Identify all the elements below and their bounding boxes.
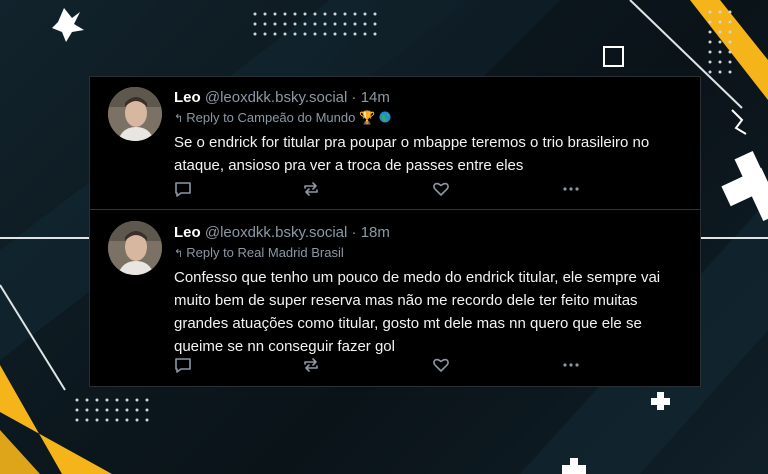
like-button[interactable] <box>432 356 450 374</box>
repost-icon <box>302 182 320 202</box>
reply-to-label: Reply to Campeão do Mundo <box>186 110 356 125</box>
post-meta: Leo @leoxdkk.bsky.social · 18m <box>174 224 688 242</box>
timestamp[interactable]: 18m <box>361 224 390 241</box>
post-meta: Leo @leoxdkk.bsky.social · 14m <box>174 89 688 107</box>
reply-context[interactable]: ↰ Reply to Campeão do Mundo 🏆 <box>174 109 688 128</box>
repost-button[interactable] <box>302 356 320 374</box>
trophy-icon: 🏆 <box>358 110 376 125</box>
posts-card: Leo @leoxdkk.bsky.social · 14m ↰ Reply to… <box>89 76 701 387</box>
post-text: Confesso que tenho um pouco de medo do e… <box>174 269 661 355</box>
globe-icon <box>379 110 391 125</box>
more-options-button[interactable] <box>562 180 580 198</box>
more-options-button[interactable] <box>562 356 580 374</box>
meta-separator: · <box>351 89 357 106</box>
reply-to-label: Reply to Real Madrid Brasil <box>186 245 344 260</box>
reply-context[interactable]: ↰ Reply to Real Madrid Brasil <box>174 244 688 263</box>
reply-arrow-icon: ↰ <box>174 248 184 260</box>
reply-icon <box>174 358 192 378</box>
reply-icon <box>174 182 192 202</box>
post-text: Se o endrick for titular pra poupar o mb… <box>174 134 650 174</box>
more-icon <box>562 361 580 378</box>
heart-icon <box>432 358 450 378</box>
like-button[interactable] <box>432 180 450 198</box>
post[interactable]: Leo @leoxdkk.bsky.social · 14m ↰ Reply to… <box>90 77 700 210</box>
avatar[interactable] <box>108 87 162 141</box>
reply-arrow-icon: ↰ <box>174 113 184 125</box>
handle[interactable]: @leoxdkk.bsky.social <box>205 89 348 106</box>
repost-icon <box>302 358 320 378</box>
post-actions <box>174 180 594 200</box>
post[interactable]: Leo @leoxdkk.bsky.social · 18m ↰ Reply to… <box>90 211 700 387</box>
post-actions <box>174 356 594 376</box>
more-icon <box>562 185 580 202</box>
reply-button[interactable] <box>174 180 192 198</box>
handle[interactable]: @leoxdkk.bsky.social <box>205 224 348 241</box>
display-name[interactable]: Leo <box>174 89 201 106</box>
meta-separator: · <box>351 224 357 241</box>
avatar[interactable] <box>108 221 162 275</box>
heart-icon <box>432 182 450 202</box>
reply-button[interactable] <box>174 356 192 374</box>
repost-button[interactable] <box>302 180 320 198</box>
display-name[interactable]: Leo <box>174 224 201 241</box>
timestamp[interactable]: 14m <box>361 89 390 106</box>
